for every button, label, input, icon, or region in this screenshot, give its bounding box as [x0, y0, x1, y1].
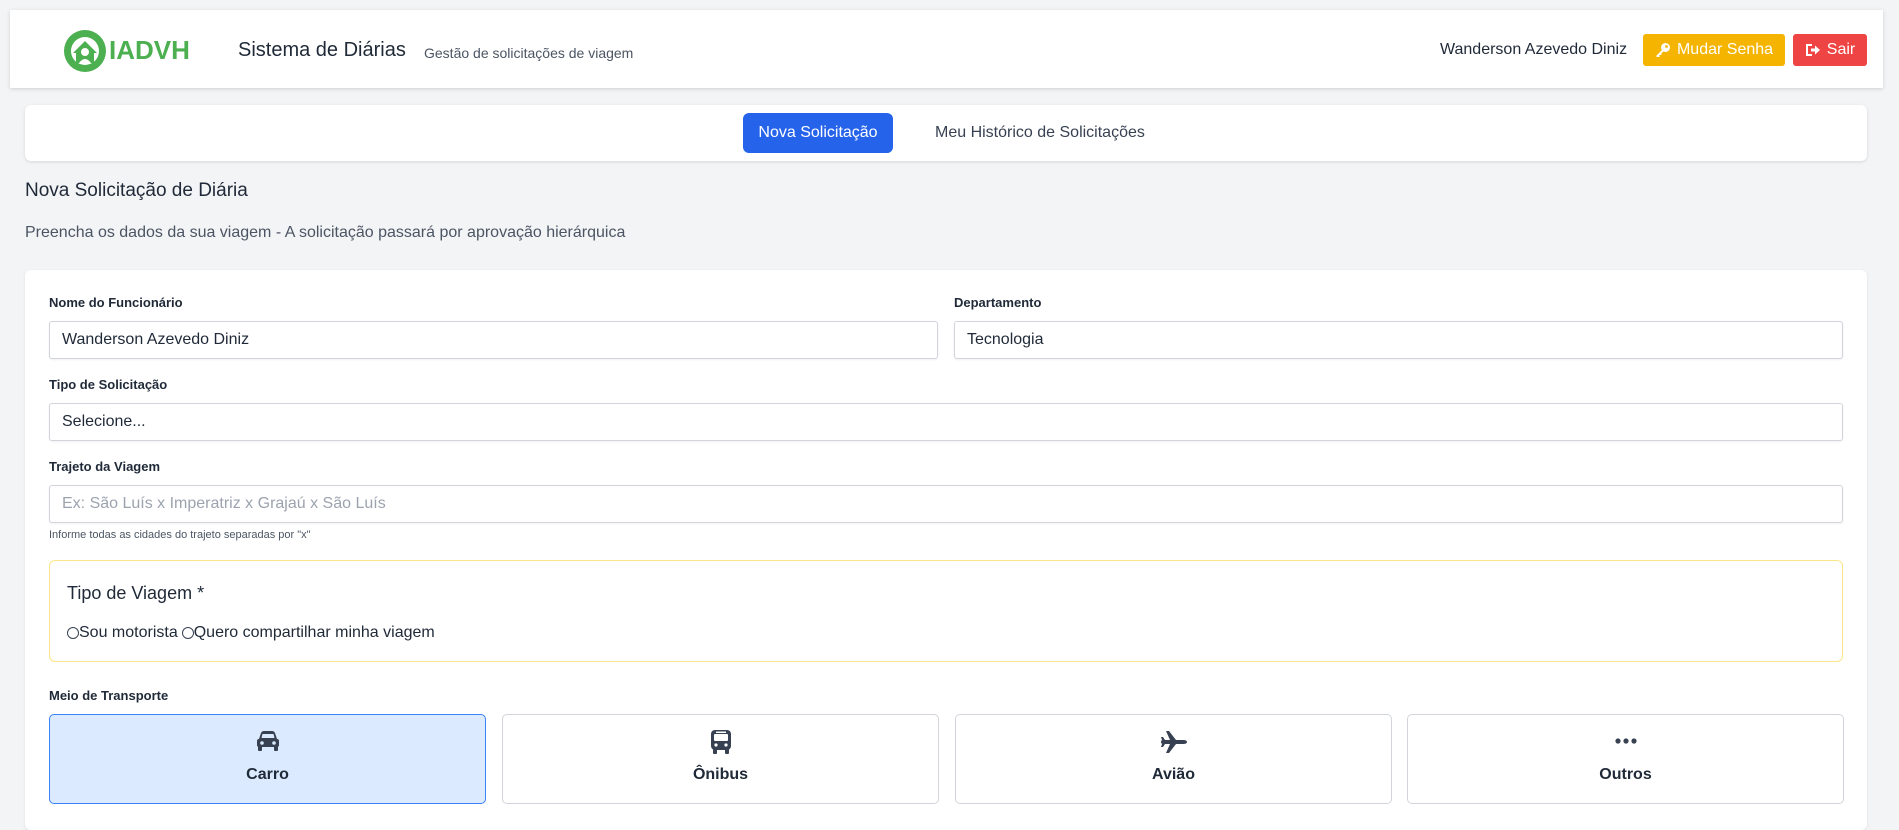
- employee-field[interactable]: Wanderson Azevedo Diniz: [49, 321, 938, 359]
- app-subtitle: Gestão de solicitações de viagem: [424, 45, 634, 61]
- key-icon: [1656, 43, 1670, 57]
- transport-label-bus: Ônibus: [692, 766, 749, 783]
- transport-option-others[interactable]: Outros: [1407, 714, 1844, 804]
- department-field[interactable]: Tecnologia: [954, 321, 1843, 359]
- transport-label-others: Outros: [1599, 766, 1652, 783]
- share-trip-radio[interactable]: [181, 627, 194, 639]
- trip-type-box: Tipo de Viagem * Sou motorista Quero com…: [49, 560, 1843, 662]
- sign-out-icon: [1805, 44, 1820, 56]
- logout-button[interactable]: Sair: [1793, 34, 1867, 66]
- request-type-label: Tipo de Solicitação: [49, 377, 168, 392]
- department-label: Departamento: [954, 295, 1042, 310]
- car-icon: [256, 731, 279, 751]
- transport-label: Meio de Transporte: [49, 688, 169, 703]
- route-hint: Informe todas as cidades do trajeto sepa…: [49, 529, 311, 541]
- plane-icon: [1160, 731, 1187, 753]
- route-input[interactable]: Ex: São Luís x Imperatriz x Grajaú x São…: [49, 485, 1843, 523]
- page-title: Nova Solicitação de Diária: [25, 180, 248, 201]
- employee-label: Nome do Funcionário: [49, 295, 183, 310]
- transport-label-plane: Avião: [1152, 766, 1195, 783]
- logout-label: Sair: [1826, 41, 1856, 58]
- route-label: Trajeto da Viagem: [49, 459, 161, 474]
- tab-history[interactable]: Meu Histórico de Solicitações: [925, 113, 1155, 153]
- logo-icon: [64, 30, 106, 72]
- app-title: Sistema de Diárias: [238, 39, 406, 61]
- logo: IADVH: [62, 26, 192, 72]
- user-name: Wanderson Azevedo Diniz: [1440, 41, 1628, 58]
- share-trip-radio-label[interactable]: Quero compartilhar minha viagem: [194, 624, 435, 642]
- request-form: Nome do Funcionário Wanderson Azevedo Di…: [25, 270, 1867, 830]
- logo-text: IADVH: [109, 35, 190, 65]
- request-type-select[interactable]: Selecione...: [49, 403, 1843, 441]
- change-password-label: Mudar Senha: [1676, 41, 1774, 58]
- tab-new-request[interactable]: Nova Solicitação: [743, 113, 893, 153]
- driver-radio[interactable]: [67, 627, 79, 639]
- bus-icon: [710, 730, 731, 754]
- app-header: IADVH Sistema de Diárias Gestão de solic…: [10, 10, 1883, 88]
- driver-radio-label[interactable]: Sou motorista: [79, 624, 178, 642]
- transport-option-car[interactable]: Carro: [49, 714, 486, 804]
- change-password-button[interactable]: Mudar Senha: [1643, 34, 1785, 66]
- ellipsis-icon: [1614, 738, 1637, 744]
- trip-type-title: Tipo de Viagem *: [67, 583, 205, 603]
- transport-label-car: Carro: [246, 766, 289, 783]
- transport-option-bus[interactable]: Ônibus: [502, 714, 939, 804]
- transport-option-plane[interactable]: Avião: [955, 714, 1392, 804]
- tabs-bar: Nova Solicitação Meu Histórico de Solici…: [25, 105, 1867, 161]
- page-description: Preencha os dados da sua viagem - A soli…: [25, 224, 626, 241]
- trip-type-options: Sou motorista Quero compartilhar minha v…: [67, 624, 435, 642]
